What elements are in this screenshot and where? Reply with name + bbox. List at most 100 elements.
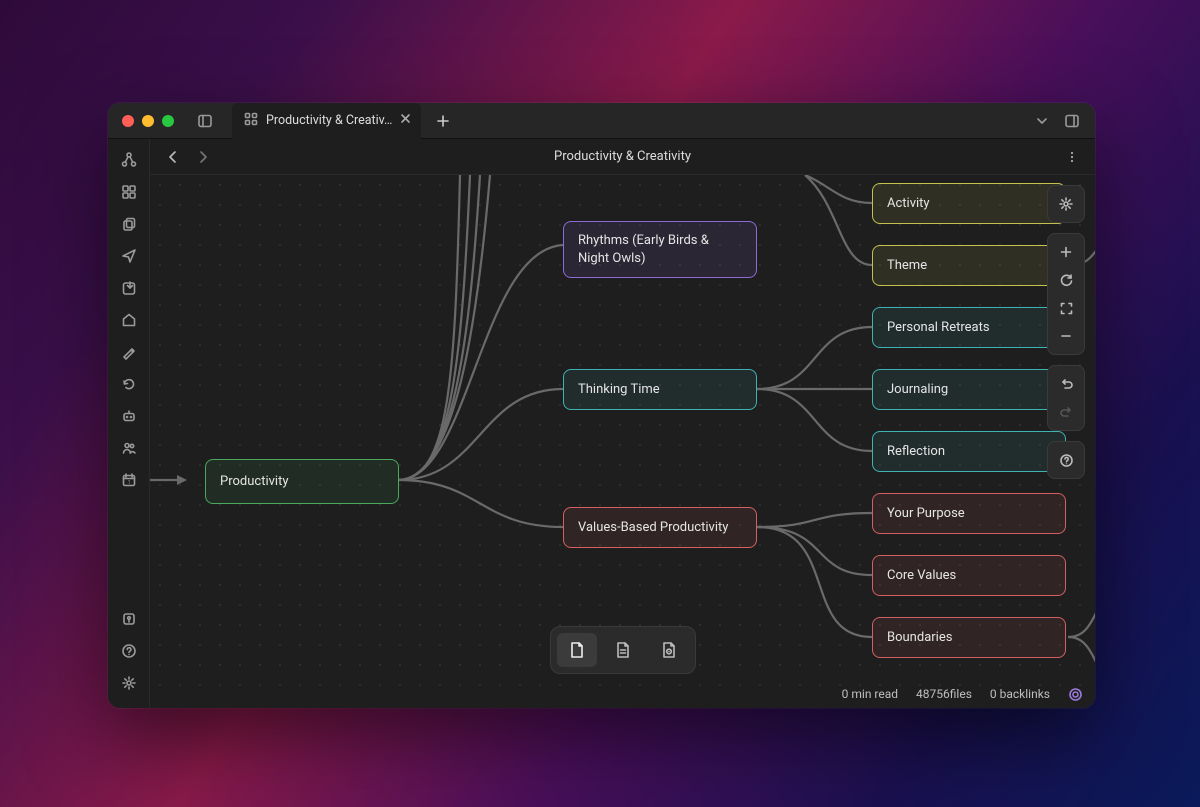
- rail-key-button[interactable]: [114, 604, 144, 634]
- close-icon: [400, 113, 411, 124]
- plus-icon: [436, 114, 450, 128]
- node-theme[interactable]: Theme: [872, 245, 1066, 286]
- plus-icon: [1059, 245, 1073, 259]
- node-productivity[interactable]: Productivity: [205, 459, 399, 504]
- fullscreen-icon: [1059, 301, 1074, 316]
- zoom-in-button[interactable]: [1052, 238, 1080, 266]
- node-journaling[interactable]: Journaling: [872, 369, 1066, 410]
- main-row: 1 Productivity & Creativity: [108, 139, 1095, 708]
- rail-grid-button[interactable]: [114, 177, 144, 207]
- rail-draw-button[interactable]: [114, 337, 144, 367]
- panel-right-icon: [1064, 113, 1080, 129]
- rail-settings-button[interactable]: [114, 668, 144, 698]
- refresh-layout-button[interactable]: [1052, 266, 1080, 294]
- nav-forward-button[interactable]: [190, 144, 216, 170]
- status-file-count: 48756files: [916, 687, 972, 701]
- close-window-button[interactable]: [122, 115, 134, 127]
- canvas-tool-rail: [1047, 185, 1085, 479]
- tab-active[interactable]: Productivity & Creativ…: [232, 103, 421, 139]
- rail-import-button[interactable]: [114, 273, 144, 303]
- node-label: Activity: [887, 195, 930, 213]
- node-label: Core Values: [887, 567, 956, 585]
- toggle-right-sidebar-button[interactable]: [1059, 108, 1085, 134]
- node-label: Rhythms (Early Birds & Night Owls): [578, 232, 742, 267]
- file-text-icon: [613, 640, 633, 660]
- status-bar: 0 min read 48756files 0 backlinks: [150, 680, 1095, 708]
- undo-icon: [1059, 377, 1074, 392]
- arrow-right-icon: [196, 150, 210, 164]
- close-tab-button[interactable]: [400, 113, 411, 128]
- status-read-time: 0 min read: [842, 687, 898, 701]
- node-reflection[interactable]: Reflection: [872, 431, 1066, 472]
- view-switcher: [550, 626, 696, 674]
- mindmap-canvas[interactable]: Productivity Rhythms (Early Birds & Nigh…: [150, 175, 1095, 708]
- node-activity[interactable]: Activity: [872, 183, 1066, 224]
- node-rhythms[interactable]: Rhythms (Early Birds & Night Owls): [563, 221, 757, 278]
- sync-status-button[interactable]: [1068, 687, 1083, 702]
- node-label: Journaling: [887, 381, 948, 399]
- zoom-out-button[interactable]: [1052, 322, 1080, 350]
- page-title: Productivity & Creativity: [554, 149, 691, 164]
- minus-icon: [1059, 329, 1073, 343]
- node-boundaries[interactable]: Boundaries: [872, 617, 1066, 658]
- dots-vertical-icon: [1065, 150, 1079, 164]
- rail-home-button[interactable]: [114, 305, 144, 335]
- node-label: Thinking Time: [578, 381, 660, 399]
- arrow-left-icon: [166, 150, 180, 164]
- toggle-left-sidebar-button[interactable]: [192, 108, 218, 134]
- page-toolbar: Productivity & Creativity: [150, 139, 1095, 175]
- gear-icon: [1058, 196, 1074, 212]
- node-core-values[interactable]: Core Values: [872, 555, 1066, 596]
- rail-graph-button[interactable]: [114, 145, 144, 175]
- rail-send-button[interactable]: [114, 241, 144, 271]
- new-tab-button[interactable]: [429, 107, 457, 135]
- node-label: Personal Retreats: [887, 319, 990, 337]
- node-label: Values-Based Productivity: [578, 519, 728, 537]
- titlebar: Productivity & Creativ…: [108, 103, 1095, 139]
- node-values-based[interactable]: Values-Based Productivity: [563, 507, 757, 548]
- rail-refresh-button[interactable]: [114, 369, 144, 399]
- rail-copy-button[interactable]: [114, 209, 144, 239]
- canvas-help-button[interactable]: [1052, 446, 1080, 474]
- view-media-button[interactable]: [649, 633, 689, 667]
- rail-help-button[interactable]: [114, 636, 144, 666]
- svg-text:1: 1: [127, 480, 130, 486]
- node-label: Theme: [887, 257, 927, 275]
- node-personal-retreats[interactable]: Personal Retreats: [872, 307, 1066, 348]
- rail-people-button[interactable]: [114, 433, 144, 463]
- status-backlinks: 0 backlinks: [990, 687, 1050, 701]
- page-more-button[interactable]: [1059, 144, 1085, 170]
- chevron-down-icon: [1035, 114, 1049, 128]
- undo-button[interactable]: [1052, 370, 1080, 398]
- node-label: Reflection: [887, 443, 945, 461]
- view-document-button[interactable]: [603, 633, 643, 667]
- node-label: Your Purpose: [887, 505, 965, 523]
- rail-calendar-button[interactable]: 1: [114, 465, 144, 495]
- window-controls: [108, 115, 188, 127]
- tab-label: Productivity & Creativ…: [266, 113, 392, 128]
- node-thinking-time[interactable]: Thinking Time: [563, 369, 757, 410]
- file-icon: [567, 640, 587, 660]
- help-icon: [1059, 453, 1074, 468]
- app-window: Productivity & Creativ…: [108, 103, 1095, 708]
- nav-back-button[interactable]: [160, 144, 186, 170]
- mindmap-icon: [244, 112, 258, 130]
- node-label: Boundaries: [887, 629, 952, 647]
- rail-bot-button[interactable]: [114, 401, 144, 431]
- node-your-purpose[interactable]: Your Purpose: [872, 493, 1066, 534]
- fit-screen-button[interactable]: [1052, 294, 1080, 322]
- refresh-icon: [1059, 273, 1074, 288]
- left-rail: 1: [108, 139, 150, 708]
- tool-settings-button[interactable]: [1052, 190, 1080, 218]
- redo-button[interactable]: [1052, 398, 1080, 426]
- node-label: Productivity: [220, 473, 288, 491]
- file-media-icon: [659, 640, 679, 660]
- minimize-window-button[interactable]: [142, 115, 154, 127]
- view-blank-button[interactable]: [557, 633, 597, 667]
- tab-overflow-button[interactable]: [1029, 108, 1055, 134]
- maximize-window-button[interactable]: [162, 115, 174, 127]
- redo-icon: [1059, 405, 1074, 420]
- content-area: Productivity & Creativity: [150, 139, 1095, 708]
- panel-left-icon: [197, 113, 213, 129]
- sync-icon: [1068, 687, 1083, 702]
